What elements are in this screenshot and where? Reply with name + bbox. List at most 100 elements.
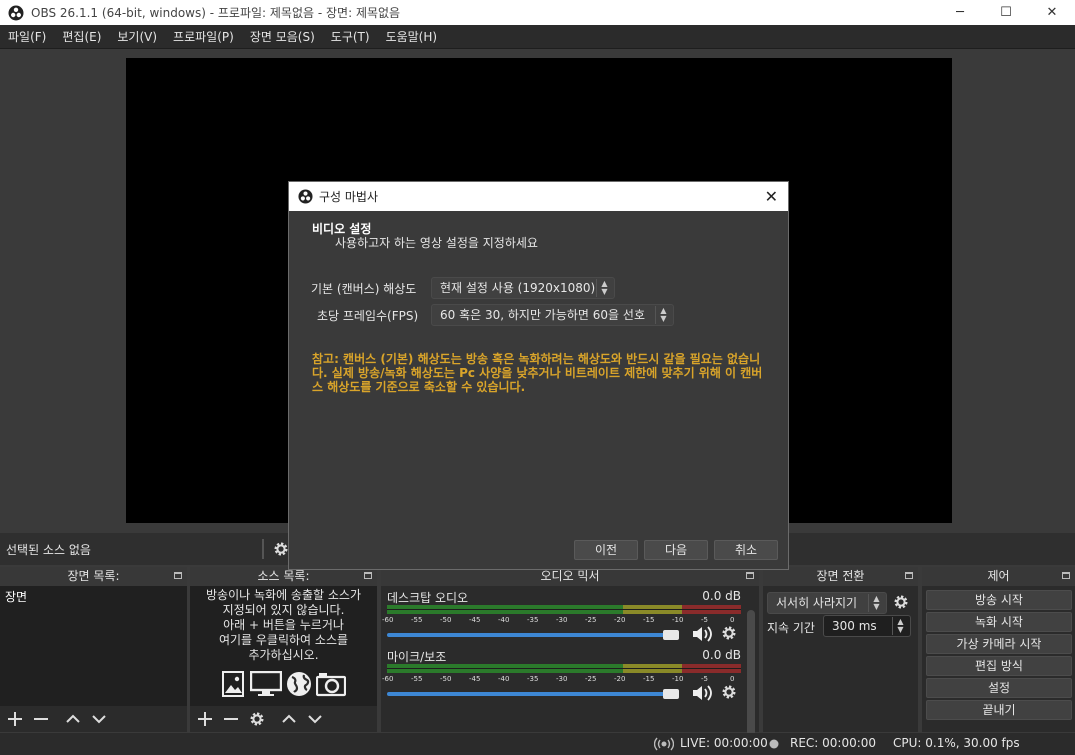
transition-properties-gear-icon[interactable] [893,594,909,610]
channel-db-readout: 0.0 dB [702,589,741,603]
display-capture-monitor-icon [249,671,282,696]
sources-dock: 소스 목록: 방송이나 녹화에 송출할 소스가 지정되어 있지 않습니다. 아래… [190,567,377,732]
duration-value: 300 ms [832,619,877,633]
meter-scale-tick: -10 [672,616,684,624]
move-scene-up-chevron-icon[interactable] [62,708,84,730]
maximize-button[interactable]: ☐ [983,0,1029,25]
move-source-up-chevron-icon[interactable] [278,708,300,730]
meter-scale: -60 -55 -50 -45 -40 -35 -30 -25 -20 -15 -10 -5 0 [382,616,741,626]
channel-settings-gear-icon[interactable] [721,684,737,700]
obs-logo-icon [298,189,313,204]
minimize-button[interactable]: ─ [937,0,983,25]
menu-view[interactable]: 보기(V) [109,28,165,45]
toolbar-separator [262,539,264,559]
speaker-volume-icon[interactable] [691,683,715,703]
meter-scale-tick: -60 [382,675,394,683]
volume-slider[interactable] [387,688,679,700]
remove-scene-minus-icon[interactable] [30,708,52,730]
auto-config-wizard-dialog: 구성 마법사 ✕ 비디오 설정 사용하고자 하는 영상 설정을 지정하세요 기본… [288,181,789,570]
status-bar: LIVE: 00:00:00 REC: 00:00:00 CPU: 0.1%, … [0,733,1075,755]
close-icon[interactable]: ✕ [765,187,778,206]
duration-label: 지속 기간 [767,621,815,635]
channel-name: 데스크탑 오디오 [387,591,469,605]
scenes-dock: 장면 목록: 장면 [0,567,187,732]
source-properties-gear-icon[interactable] [273,541,289,557]
undock-icon[interactable] [174,572,182,579]
menu-profile[interactable]: 프로파일(P) [165,28,242,45]
scenes-dock-title-text: 장면 목록: [67,569,120,583]
cancel-button[interactable]: 취소 [714,540,778,560]
channel-name: 마이크/보조 [387,650,447,664]
menu-help[interactable]: 도움말(H) [378,28,446,45]
scenes-dock-title: 장면 목록: [0,567,187,586]
mixer-scrollbar[interactable] [747,610,755,748]
scene-list[interactable]: 장면 [0,586,187,706]
menu-tools[interactable]: 도구(T) [323,28,378,45]
add-scene-plus-icon[interactable] [4,708,26,730]
back-button[interactable]: 이전 [574,540,638,560]
move-source-down-chevron-icon[interactable] [304,708,326,730]
transition-selected-value: 서서히 사라지기 [776,596,858,610]
speaker-volume-icon[interactable] [691,624,715,644]
channel-settings-gear-icon[interactable] [721,625,737,641]
meter-scale-tick: -40 [498,675,510,683]
next-button[interactable]: 다음 [644,540,708,560]
audio-mixer-dock-title-text: 오디오 믹서 [540,569,600,583]
move-scene-down-chevron-icon[interactable] [88,708,110,730]
meter-scale-tick: -45 [469,616,481,624]
meter-scale-tick: -5 [701,675,708,683]
undock-icon[interactable] [905,572,913,579]
undock-icon[interactable] [1062,572,1070,579]
empty-sources-hint-line: 방송이나 녹화에 송출할 소스가 [206,588,361,602]
empty-sources-hint-line: 지정되어 있지 않습니다. [222,603,345,617]
base-resolution-label: 기본 (캔버스) 해상도 [311,282,417,296]
fps-value: 60 혹은 30, 하지만 가능하면 60을 선호 [440,308,645,322]
undock-icon[interactable] [746,572,754,579]
add-source-plus-icon[interactable] [194,708,216,730]
empty-sources-hint-line: 여기를 우클릭하여 소스를 [218,633,349,647]
studio-mode-button[interactable]: 편집 방식 [926,656,1072,676]
volume-slider[interactable] [387,629,679,641]
no-source-selected-label: 선택된 소스 없음 [6,542,91,557]
meter-scale-tick: -45 [469,675,481,683]
audio-mixer-dock: 오디오 믹서 데스크탑 오디오 0.0 dB -60 -55 -50 -45 -40 -3… [381,567,759,748]
meter-scale-tick: 0 [730,675,735,683]
close-window-button[interactable]: ✕ [1029,0,1075,25]
obs-logo-icon [8,5,24,20]
menu-file[interactable]: 파일(F) [0,28,54,45]
meter-scale-tick: -60 [382,616,394,624]
fps-select[interactable]: 60 혹은 30, 하지만 가능하면 60을 선호 ▲ ▼ [431,304,674,326]
menu-edit[interactable]: 편집(E) [54,28,109,45]
start-virtual-camera-button[interactable]: 가상 카메라 시작 [926,634,1072,654]
meter-scale-tick: -30 [556,616,568,624]
start-recording-button[interactable]: 녹화 시작 [926,612,1072,632]
live-broadcast-icon [654,737,674,751]
transition-select[interactable]: 서서히 사라지기 ▲ ▼ [767,592,887,614]
source-properties-gear-icon[interactable] [246,708,268,730]
cpu-fps-readout: CPU: 0.1%, 30.00 fps [893,736,1020,750]
start-streaming-button[interactable]: 방송 시작 [926,590,1072,610]
remove-source-minus-icon[interactable] [220,708,242,730]
meter-scale: -60 -55 -50 -45 -40 -35 -30 -25 -20 -15 -10 -5 0 [382,675,741,685]
undock-icon[interactable] [364,572,372,579]
base-resolution-select[interactable]: 현재 설정 사용 (1920x1080) ▲ ▼ [431,277,615,299]
meter-scale-tick: -25 [585,616,597,624]
exit-button[interactable]: 끝내기 [926,700,1072,720]
combo-arrows-icon: ▲ ▼ [868,594,884,612]
scene-list-item[interactable]: 장면 [0,586,187,607]
spin-arrows-icon[interactable]: ▲ ▼ [892,617,908,635]
empty-sources-hint-line: 아래 + 버튼을 누르거나 [223,618,344,632]
transitions-dock-title-text: 장면 전환 [816,569,865,583]
volume-meter [387,605,741,614]
live-timer: LIVE: 00:00:00 [680,736,768,750]
source-list[interactable]: 방송이나 녹화에 송출할 소스가 지정되어 있지 않습니다. 아래 + 버튼을 … [190,586,377,706]
settings-button[interactable]: 설정 [926,678,1072,698]
menu-scene-collection[interactable]: 장면 모음(S) [242,28,323,45]
resolution-note: 참고: 캔버스 (기본) 해상도는 방송 혹은 녹화하려는 해상도와 반드시 같… [312,352,763,394]
sources-dock-title-text: 소스 목록: [257,569,310,583]
meter-scale-tick: -35 [527,616,539,624]
duration-spinbox[interactable]: 300 ms ▲ ▼ [823,615,911,637]
audio-mixer-body: 데스크탑 오디오 0.0 dB -60 -55 -50 -45 -40 -35 -30 -25… [381,586,759,748]
meter-scale-tick: -50 [440,616,452,624]
base-resolution-value: 현재 설정 사용 (1920x1080) [440,281,596,295]
